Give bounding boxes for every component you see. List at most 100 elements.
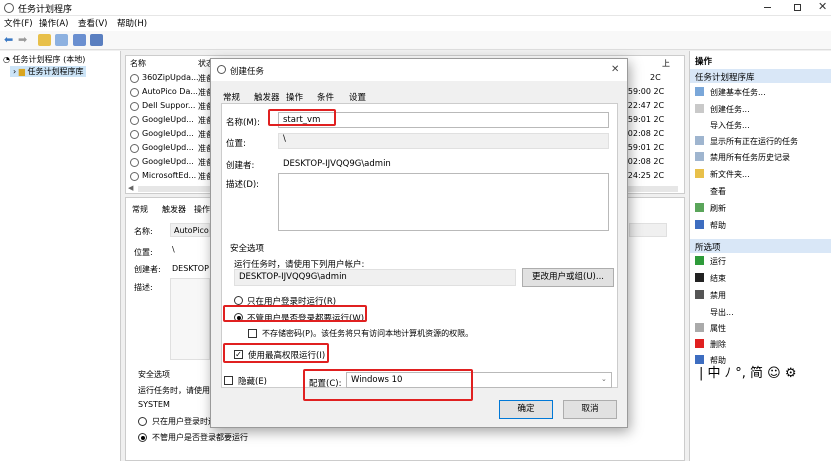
- details-name-field-ext: [629, 223, 667, 237]
- cancel-button[interactable]: 取消: [563, 400, 617, 419]
- tab-general[interactable]: 常规: [132, 204, 148, 215]
- tree-root[interactable]: ◔ 任务计划程序 (本地): [3, 54, 85, 65]
- security-label: 安全选项: [138, 370, 170, 379]
- highlight-config: [303, 369, 473, 401]
- hidden-label[interactable]: 隐藏(E): [238, 375, 267, 387]
- app-icon: [4, 3, 14, 13]
- col-name-header[interactable]: 名称: [130, 58, 146, 69]
- task-icon: [695, 104, 704, 113]
- folder-icon: [695, 169, 704, 178]
- scroll-left-icon[interactable]: ◀: [128, 184, 133, 192]
- col-last-header[interactable]: 上: [662, 58, 670, 69]
- help-icon: [695, 220, 704, 229]
- action-delete[interactable]: 删除: [695, 339, 726, 353]
- tab-actions[interactable]: 操作: [194, 204, 210, 215]
- menu-bar: 文件(F) 操作(A) 查看(V) 帮助(H): [0, 16, 831, 31]
- tab-conditions[interactable]: 条件: [317, 91, 334, 103]
- hidden-checkbox[interactable]: [224, 376, 233, 385]
- author-value: DESKTOP-IJVQQ9G\admin: [283, 159, 391, 169]
- author-value: DESKTOP: [172, 264, 209, 273]
- action-help[interactable]: 帮助: [695, 220, 726, 234]
- title-bar: 任务计划程序 ✕: [0, 0, 831, 16]
- window-title: 任务计划程序: [18, 5, 73, 15]
- action-disable[interactable]: 禁用: [695, 290, 726, 304]
- location-value: \: [172, 245, 175, 254]
- account-value: SYSTEM: [138, 400, 170, 409]
- tab-triggers[interactable]: 触发器: [254, 91, 280, 103]
- list-icon: [695, 136, 704, 145]
- actions-section-library[interactable]: 任务计划程序库: [690, 69, 831, 83]
- description-input[interactable]: [278, 173, 609, 231]
- minimize-icon[interactable]: [764, 7, 771, 8]
- actions-pane: 操作 任务计划程序库 创建基本任务... 创建任务... 导入任务... 显示所…: [689, 51, 831, 461]
- actions-section-selected[interactable]: 所选项: [690, 239, 831, 253]
- security-label: 安全选项: [230, 244, 265, 254]
- dialog-close-icon[interactable]: ✕: [611, 64, 619, 75]
- action-new-folder[interactable]: 新文件夹...: [695, 169, 750, 183]
- menu-help[interactable]: 帮助(H): [117, 17, 147, 29]
- action-show-running[interactable]: 显示所有正在运行的任务: [695, 136, 798, 150]
- tree-library[interactable]: › ▆ 任务计划程序库: [10, 66, 87, 77]
- toolbar: ⬅ ➡: [0, 31, 831, 50]
- action-properties[interactable]: 属性: [695, 323, 726, 337]
- location-value: \: [278, 133, 609, 149]
- close-icon[interactable]: ✕: [818, 0, 827, 13]
- forward-icon[interactable]: ➡: [18, 33, 27, 46]
- action-create-basic[interactable]: 创建基本任务...: [695, 87, 766, 101]
- folder-icon[interactable]: [38, 34, 51, 46]
- author-label: 创建者:: [134, 265, 161, 274]
- change-user-button[interactable]: 更改用户或组(U)...: [522, 268, 614, 287]
- menu-file[interactable]: 文件(F): [4, 17, 33, 29]
- tab-actions[interactable]: 操作: [286, 91, 303, 103]
- dialog-titlebar: 创建任务 ✕: [211, 59, 627, 81]
- chevron-down-icon: ⌄: [601, 375, 607, 383]
- refresh-icon: [695, 203, 704, 212]
- clock-icon: [217, 65, 226, 74]
- properties-icon: [695, 323, 704, 332]
- run-icon: [695, 256, 704, 265]
- highlight-always-run: [223, 305, 367, 322]
- nosave-password-label[interactable]: 不存储密码(P)。该任务将只有访问本地计算机资源的权限。: [262, 328, 473, 339]
- radio-always[interactable]: [138, 433, 147, 442]
- account-value: DESKTOP-IJVQQ9G\admin: [234, 269, 516, 286]
- action-export[interactable]: 导出...: [695, 307, 734, 321]
- run-as-label: 运行任务时，请使用: [138, 386, 210, 395]
- back-icon[interactable]: ⬅: [4, 33, 13, 46]
- name-label: 名称(M):: [226, 118, 260, 128]
- radio-logon-only[interactable]: [234, 296, 243, 305]
- description-label: 描述:: [134, 283, 153, 292]
- create-task-dialog: 创建任务 ✕ 常规 触发器 操作 条件 设置 名称(M): start_vm 位…: [210, 58, 628, 428]
- ime-toolbar[interactable]: | 中 ﾉ °, 简 ☺ ⚙: [699, 362, 797, 381]
- tab-triggers[interactable]: 触发器: [162, 204, 186, 215]
- stop-icon: [695, 273, 704, 282]
- action-refresh[interactable]: 刷新: [695, 203, 726, 217]
- action-view[interactable]: 查看: [695, 186, 726, 200]
- ok-button[interactable]: 确定: [499, 400, 553, 419]
- action-run[interactable]: 运行: [695, 256, 726, 270]
- highlight-name: [268, 109, 336, 126]
- properties-icon[interactable]: [55, 34, 68, 46]
- option-always: 不管用户是否登录都要运行: [152, 433, 248, 442]
- dialog-title: 创建任务: [230, 67, 265, 77]
- nosave-password-checkbox[interactable]: [248, 329, 257, 338]
- restore-icon[interactable]: [794, 4, 801, 11]
- console-icon[interactable]: [90, 34, 103, 46]
- author-label: 创建者:: [226, 161, 255, 171]
- action-end[interactable]: 结束: [695, 273, 726, 287]
- actions-header: 操作: [690, 53, 831, 67]
- help-icon[interactable]: [73, 34, 86, 46]
- menu-action[interactable]: 操作(A): [39, 17, 68, 29]
- action-create-task[interactable]: 创建任务...: [695, 104, 750, 118]
- tab-general[interactable]: 常规: [223, 91, 240, 103]
- wizard-icon: [695, 87, 704, 96]
- radio-logon-only[interactable]: [138, 417, 147, 426]
- location-label: 位置:: [134, 248, 153, 257]
- highlight-highest: [223, 343, 329, 363]
- action-import[interactable]: 导入任务...: [695, 120, 750, 134]
- delete-icon: [695, 339, 704, 348]
- action-disable-history[interactable]: 禁用所有任务历史记录: [695, 152, 790, 166]
- name-value: AutoPico D: [170, 223, 217, 237]
- clock-icon: ◔: [3, 55, 13, 64]
- tab-settings[interactable]: 设置: [349, 91, 366, 103]
- menu-view[interactable]: 查看(V): [78, 17, 107, 29]
